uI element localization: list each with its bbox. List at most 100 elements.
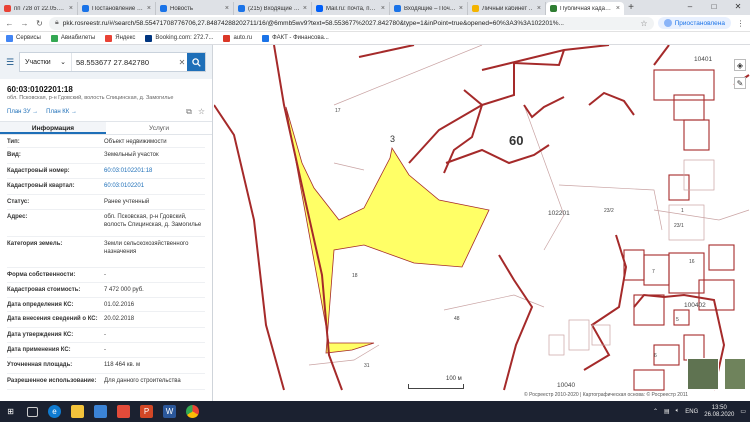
layers-icon[interactable]: ◈	[734, 59, 746, 71]
label-18: 18	[352, 273, 358, 279]
edge-icon[interactable]: e	[48, 405, 61, 418]
profile-label: Приостановлена	[674, 19, 725, 27]
search-type-select[interactable]: Участки ⌄	[20, 53, 72, 71]
property-row: Дата определения КС: 01.02.2016	[7, 298, 205, 312]
satellite-layer-thumbnail[interactable]	[687, 358, 719, 390]
property-row: Категория земель: Земли сельскохозяйствен…	[7, 237, 205, 268]
bookmark-star-icon[interactable]: ☆	[640, 19, 647, 28]
basemap-thumbnail[interactable]	[724, 358, 746, 390]
favicon-icon	[4, 5, 11, 12]
bookmark-item[interactable]: Сервисы	[6, 34, 41, 42]
close-window-button[interactable]: ✕	[726, 0, 750, 15]
close-tab-icon[interactable]: ×	[303, 5, 307, 12]
new-tab-button[interactable]: +	[624, 2, 638, 15]
file-explorer-icon[interactable]	[71, 405, 84, 418]
bookmark-item[interactable]: Авиабилеты	[50, 34, 95, 42]
search-button[interactable]	[187, 53, 205, 71]
bookmark-item[interactable]: Booking.com: 272.7...	[145, 34, 213, 42]
bookmark-label: Яндекс	[115, 35, 136, 41]
close-tab-icon[interactable]: ×	[147, 5, 151, 12]
copy-icon[interactable]: ⧉	[186, 107, 192, 117]
url-field[interactable]: 🔒︎ pkk.rosreestr.ru/#/search/58.55471708…	[49, 16, 654, 30]
browser-tab[interactable]: Личный кабинет .. ×	[468, 2, 546, 15]
label-6: 6	[654, 353, 657, 359]
network-icon[interactable]: ▤	[664, 408, 670, 415]
browser-tab[interactable]: (215) Входящие – П..×	[234, 2, 312, 15]
property-value[interactable]: 60:03:0102201:18	[104, 164, 205, 178]
plan-links: План ЗУ → План КК → ⧉ ☆	[0, 103, 212, 121]
favicon-icon	[316, 5, 323, 12]
browser-tab[interactable]: Постановление Пр.. ×	[78, 2, 156, 15]
tab-information[interactable]: Информация	[0, 122, 106, 134]
browser-tab[interactable]: пп 728 от 22.05.20.. ×	[0, 2, 78, 15]
property-value: -	[104, 272, 106, 278]
bookmark-item[interactable]: auto.ru	[223, 34, 252, 42]
minimize-button[interactable]: –	[678, 0, 702, 15]
search-row: ☰ Участки ⌄ ✕	[0, 45, 212, 79]
label-60: 60	[509, 133, 523, 148]
chrome-icon[interactable]	[186, 405, 199, 418]
bookmark-icon	[50, 34, 58, 42]
property-key: Категория земель:	[7, 241, 63, 247]
label-17: 17	[335, 108, 341, 114]
favorite-star-icon[interactable]: ☆	[198, 107, 205, 117]
menu-dots-icon[interactable]: ⋮	[735, 18, 746, 29]
reload-icon[interactable]: ↻	[34, 18, 45, 29]
property-key: Дата утверждения КС:	[7, 332, 74, 338]
bookmark-item[interactable]: ФАКТ - Финансова...	[262, 34, 329, 42]
property-row: Тип: Объект недвижимости	[7, 135, 205, 148]
windows-start-icon[interactable]: ⊞	[4, 405, 17, 418]
system-tray: ⌃ ▤ 🔈︎ ENG 13:50 26.08.2020 ▭	[653, 405, 746, 419]
photos-icon[interactable]	[117, 405, 130, 418]
bookmark-icon	[6, 34, 13, 42]
tab-services[interactable]: Услуги	[106, 122, 212, 134]
map-canvas[interactable]: 60 3 102201 100402 10040 10401 17 18 48 …	[214, 45, 750, 401]
plan-zu-link[interactable]: План ЗУ →	[7, 109, 38, 115]
volume-icon[interactable]: 🔈︎	[676, 408, 680, 415]
close-tab-icon[interactable]: ×	[225, 5, 229, 12]
label-48: 48	[454, 316, 460, 322]
back-icon[interactable]: ←	[4, 18, 15, 29]
powerpoint-icon[interactable]: P	[140, 405, 153, 418]
close-tab-icon[interactable]: ×	[69, 5, 73, 12]
property-key: Дата определения КС:	[7, 302, 74, 308]
property-value: 7 472 000 руб.	[104, 287, 144, 293]
ruler-icon[interactable]: ✎	[734, 77, 746, 89]
property-row: Статус: Ранее учтенный	[7, 195, 205, 210]
hamburger-icon[interactable]: ☰	[6, 57, 15, 68]
chevron-up-icon[interactable]: ⌃	[653, 408, 658, 415]
browser-tab[interactable]: Публичная кадаст.. ×	[546, 2, 624, 15]
close-tab-icon[interactable]: ×	[616, 5, 620, 12]
notifications-icon[interactable]: ▭	[740, 408, 746, 415]
clock[interactable]: 13:50 26.08.2020	[704, 405, 734, 419]
window-controls: – □ ✕	[678, 0, 750, 15]
cadastral-map[interactable]: 60 3 102201 100402 10040 10401 17 18 48 …	[214, 45, 750, 401]
scale-bar	[408, 384, 464, 389]
store-icon[interactable]	[94, 405, 107, 418]
url-text: pkk.rosreestr.ru/#/search/58.55471708776…	[62, 19, 564, 27]
word-icon[interactable]: W	[163, 405, 176, 418]
property-row: Кадастровая стоимость: 7 472 000 руб.	[7, 283, 205, 298]
maximize-button[interactable]: □	[702, 0, 726, 15]
browser-tab[interactable]: Mail.ru: почта, поис.. ×	[312, 2, 390, 15]
object-address: обл. Псковская, р-н Гдовский, волость Сп…	[7, 95, 174, 101]
close-tab-icon[interactable]: ×	[537, 5, 541, 12]
search-box: Участки ⌄ ✕	[19, 52, 206, 72]
property-value[interactable]: 60:03:0102201	[104, 179, 205, 194]
close-tab-icon[interactable]: ×	[381, 5, 385, 12]
bookmark-item[interactable]: Яндекс	[105, 34, 136, 42]
browser-tab[interactable]: Новость ×	[156, 2, 234, 15]
label-23-1: 23/1	[674, 223, 684, 229]
profile-button[interactable]: Приостановлена	[657, 17, 731, 29]
clear-icon[interactable]: ✕	[177, 58, 187, 67]
task-view-icon[interactable]	[27, 406, 38, 417]
plan-kk-link[interactable]: План КК →	[46, 109, 77, 115]
browser-tab[interactable]: Входящие – Почта .. ×	[390, 2, 468, 15]
info-panel: ☰ Участки ⌄ ✕ 60:03:0102201:18 обл. Пско…	[0, 45, 213, 401]
language-indicator[interactable]: ENG	[685, 409, 698, 415]
search-input[interactable]	[72, 53, 177, 71]
close-tab-icon[interactable]: ×	[459, 5, 463, 12]
forward-icon[interactable]: →	[19, 18, 30, 29]
clock-date: 26.08.2020	[704, 411, 735, 418]
search-type-label: Участки	[25, 58, 51, 66]
